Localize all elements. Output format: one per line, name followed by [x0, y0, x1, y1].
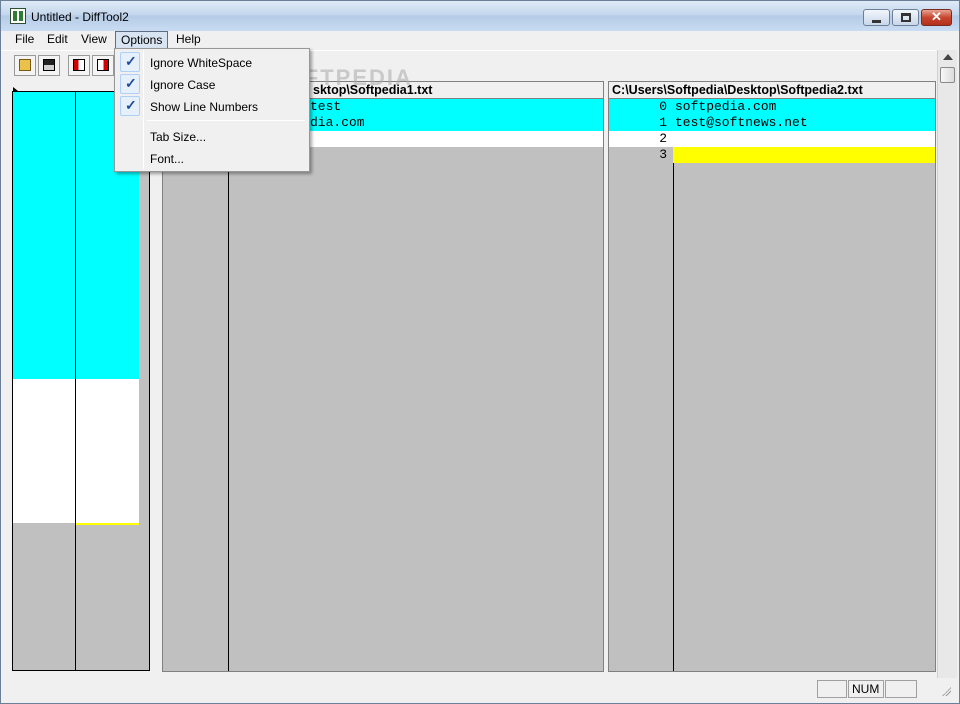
checkmark-icon: ✓	[120, 52, 140, 72]
window-title: Untitled - DiffTool2	[31, 10, 129, 24]
right-line-1[interactable]: 1 test@softnews.net	[609, 115, 935, 131]
scroll-thumb[interactable]	[940, 67, 955, 83]
line-number: 3	[609, 147, 673, 163]
overview-blank-block	[13, 379, 75, 523]
open-folder-icon	[19, 59, 31, 71]
save-button[interactable]	[38, 55, 60, 76]
scroll-up-icon[interactable]	[943, 54, 953, 60]
right-line-text: test@softnews.net	[675, 115, 808, 130]
right-line-3[interactable]: 3	[609, 147, 935, 163]
close-icon: ✕	[931, 9, 942, 24]
menu-item-font[interactable]: Font...	[117, 147, 307, 169]
maximize-button[interactable]	[892, 9, 919, 26]
menu-item-tab-size[interactable]: Tab Size...	[117, 125, 307, 147]
checkmark-icon: ✓	[120, 74, 140, 94]
title-bar[interactable]: Untitled - DiffTool2 ✕	[1, 1, 959, 31]
menu-item-ignore-whitespace[interactable]: ✓ Ignore WhiteSpace	[117, 51, 307, 73]
close-button[interactable]: ✕	[921, 9, 952, 26]
resize-grip-icon[interactable]	[941, 686, 951, 696]
num-lock-indicator: NUM	[848, 680, 884, 698]
open-button[interactable]	[14, 55, 36, 76]
options-dropdown-menu: ✓ Ignore WhiteSpace ✓ Ignore Case ✓ Show…	[114, 48, 310, 172]
right-file-path: C:\Users\Softpedia\Desktop\Softpedia2.tx…	[609, 82, 935, 99]
menu-help[interactable]: Help	[171, 31, 206, 49]
minimize-button[interactable]	[863, 9, 890, 26]
overview-right-column	[76, 92, 139, 670]
diff-overview-map[interactable]	[12, 91, 150, 671]
right-line-0[interactable]: 0 softpedia.com	[609, 99, 935, 115]
right-file-pane[interactable]: C:\Users\Softpedia\Desktop\Softpedia2.tx…	[608, 81, 936, 672]
overview-added-block	[76, 523, 139, 525]
overview-left-column	[13, 92, 76, 670]
compare-right-button[interactable]	[92, 55, 114, 76]
compare-left-button[interactable]	[68, 55, 90, 76]
status-cell-empty	[885, 680, 917, 698]
line-number: 2	[659, 131, 667, 146]
left-line-text: dia.com	[310, 115, 365, 130]
menu-item-show-line-numbers[interactable]: ✓ Show Line Numbers	[117, 95, 307, 117]
line-number: 0	[659, 99, 667, 114]
right-line-text: softpedia.com	[675, 99, 777, 114]
right-line-2[interactable]: 2	[609, 131, 935, 147]
line-number: 1	[659, 115, 667, 130]
line-number-divider	[228, 99, 229, 671]
compare-right-icon	[97, 59, 109, 71]
menu-item-ignore-case[interactable]: ✓ Ignore Case	[117, 73, 307, 95]
vertical-scrollbar[interactable]	[937, 50, 957, 678]
overview-changed-block	[13, 92, 75, 379]
line-number-divider	[673, 99, 674, 671]
app-icon[interactable]	[10, 8, 26, 24]
app-window: Untitled - DiffTool2 ✕ File Edit View Op…	[0, 0, 960, 704]
menu-bar: File Edit View Options Help	[1, 31, 959, 49]
menu-separator	[147, 120, 305, 121]
status-bar: NUM	[1, 678, 959, 703]
maximize-icon	[901, 13, 911, 22]
overview-blank-block	[76, 379, 139, 523]
left-line-text: test	[310, 99, 342, 114]
menu-edit[interactable]: Edit	[42, 31, 73, 49]
checkmark-icon: ✓	[120, 96, 140, 116]
compare-left-icon	[73, 59, 85, 71]
menu-options[interactable]: Options	[115, 31, 169, 49]
menu-view[interactable]: View	[76, 31, 112, 49]
minimize-icon	[872, 20, 881, 23]
status-cell-empty	[817, 680, 847, 698]
menu-file[interactable]: File	[10, 31, 39, 49]
save-icon	[43, 59, 55, 71]
